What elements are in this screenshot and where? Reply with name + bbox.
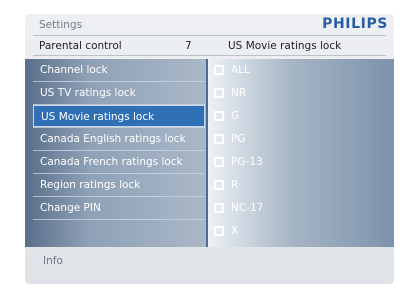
header-divider <box>33 35 386 36</box>
checkbox-icon-all[interactable] <box>214 65 224 75</box>
checkbox-icon-g[interactable] <box>214 111 224 121</box>
checkbox-icon-nc17[interactable] <box>214 203 224 213</box>
breadcrumb-parent: Parental control <box>39 40 122 52</box>
breadcrumb-current: US Movie ratings lock <box>228 40 342 52</box>
checkbox-icon-nr[interactable] <box>214 88 224 98</box>
option-nr-label[interactable]: NR <box>231 82 246 104</box>
option-g-label[interactable]: G <box>231 105 239 127</box>
menu-item-channel-lock[interactable]: Channel lock <box>33 59 205 81</box>
checkbox-icon-r[interactable] <box>214 180 224 190</box>
menu-item-empty <box>33 220 205 242</box>
menu-item-us-movie-ratings-lock[interactable]: US Movie ratings lock <box>33 105 205 127</box>
info-label: Info <box>43 255 63 267</box>
menu-item-region-ratings-lock[interactable]: Region ratings lock <box>33 174 205 196</box>
option-pg-label[interactable]: PG <box>231 128 245 150</box>
option-pg13-label[interactable]: PG-13 <box>231 151 263 173</box>
checkbox-icon-x[interactable] <box>214 226 224 236</box>
menu-item-us-tv-ratings-lock[interactable]: US TV ratings lock <box>33 82 205 104</box>
settings-panel: Settings PHILIPS Parental control 7 US M… <box>25 14 394 284</box>
menu-list-pane: Channel lock US TV ratings lock US Movie… <box>25 59 207 247</box>
option-all-label[interactable]: ALL <box>231 59 250 81</box>
option-r-label[interactable]: R <box>231 174 238 196</box>
header-title: Settings <box>39 19 83 31</box>
menu-item-canada-french-ratings-lock[interactable]: Canada French ratings lock <box>33 151 205 173</box>
option-x-label[interactable]: X <box>231 220 238 242</box>
pane-divider <box>206 59 208 247</box>
breadcrumb-count: 7 <box>185 40 192 52</box>
checkbox-icon-pg[interactable] <box>214 134 224 144</box>
menu-item-change-pin[interactable]: Change PIN <box>33 197 205 219</box>
breadcrumb-divider <box>33 55 386 56</box>
checkbox-icon-pg13[interactable] <box>214 157 224 167</box>
menu-item-canada-english-ratings-lock[interactable]: Canada English ratings lock <box>33 128 205 150</box>
brand-logo: PHILIPS <box>322 16 388 32</box>
option-nc17-label[interactable]: NC-17 <box>231 197 263 219</box>
tv-menu-frame: Settings PHILIPS Parental control 7 US M… <box>0 0 402 291</box>
